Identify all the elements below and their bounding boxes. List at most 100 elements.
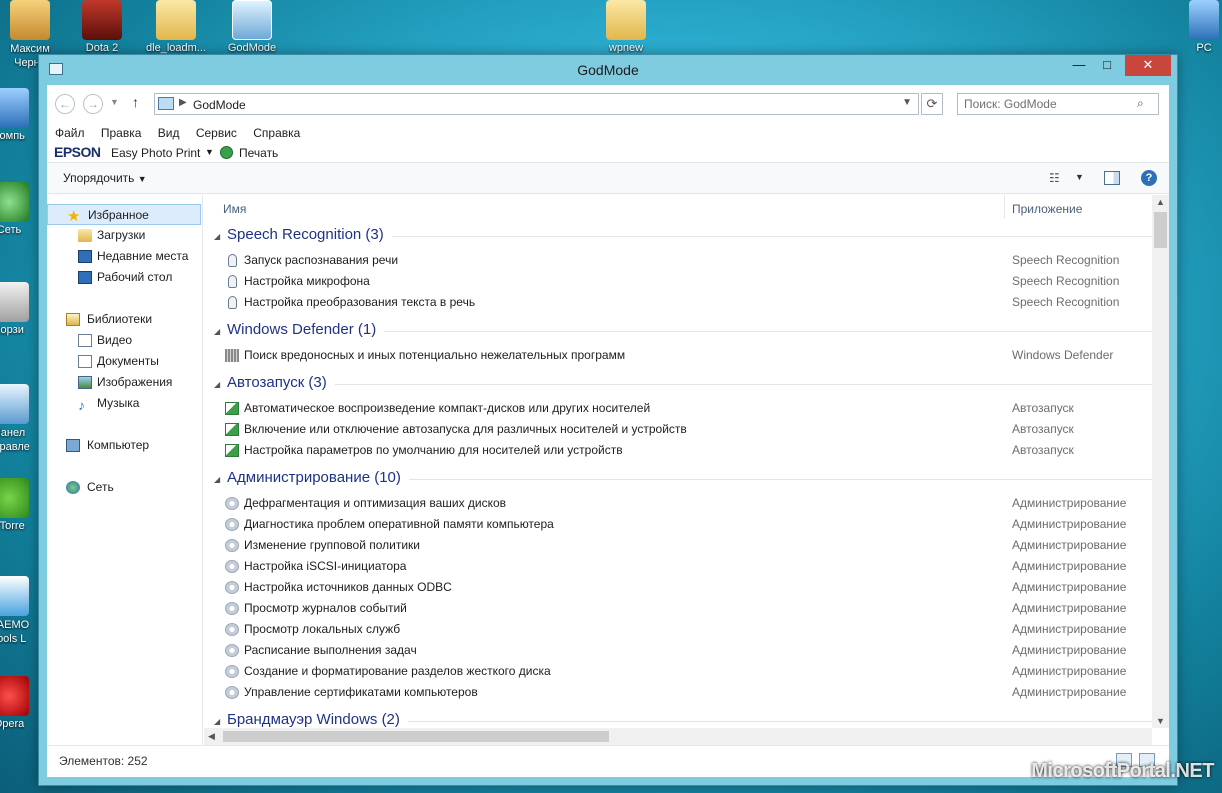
desktop-icon-network[interactable]: Сеть	[0, 182, 38, 236]
collapse-triangle-icon[interactable]: ◢	[214, 327, 220, 336]
nav-recent-places[interactable]: Недавние места	[47, 246, 202, 267]
list-item[interactable]: Поиск вредоносных и иных потенциально не…	[204, 345, 1169, 366]
forward-button[interactable]: →	[83, 94, 103, 114]
list-item[interactable]: Просмотр журналов событий Администрирован…	[204, 598, 1169, 619]
menu-file[interactable]: Файл	[55, 123, 85, 143]
list-item[interactable]: Настройка источников данных ODBC Админист…	[204, 577, 1169, 598]
collapse-triangle-icon[interactable]: ◢	[214, 475, 220, 484]
column-divider[interactable]	[1004, 195, 1005, 219]
item-name: Поиск вредоносных и иных потенциально не…	[244, 348, 626, 362]
search-icon[interactable]: ⌕	[1137, 96, 1144, 111]
nav-desktop[interactable]: Рабочий стол	[47, 267, 202, 288]
view-options-icon[interactable]: ☷	[1049, 171, 1060, 185]
desktop-icon-dota[interactable]: Dota 2	[64, 0, 140, 54]
explorer-body: ★ Избранное Загрузки Недавние места Рабо…	[47, 195, 1169, 745]
list-item[interactable]: Автоматическое воспроизведение компакт-д…	[204, 398, 1169, 419]
preview-pane-icon[interactable]	[1104, 171, 1120, 185]
nav-network[interactable]: Сеть	[47, 477, 202, 498]
item-application: Администрирование	[1012, 538, 1127, 552]
column-header-application[interactable]: Приложение	[1012, 202, 1082, 216]
list-item[interactable]: Просмотр локальных служб Администрировани…	[204, 619, 1169, 640]
maximize-button[interactable]: □	[1093, 55, 1121, 76]
group-header[interactable]: ◢ Windows Defender (1)	[204, 319, 1169, 345]
easy-photo-print-button[interactable]: Easy Photo Print	[111, 146, 200, 160]
list-item[interactable]: Настройка параметров по умолчанию для но…	[204, 440, 1169, 461]
desktop-icon-control-panel[interactable]: Панел управле	[0, 384, 38, 454]
nav-favorites[interactable]: ★ Избранное	[47, 204, 201, 225]
scroll-down-icon[interactable]: ▼	[1156, 716, 1165, 726]
easy-photo-print-dropdown-icon[interactable]: ▼	[205, 147, 214, 157]
help-icon[interactable]: ?	[1141, 170, 1157, 186]
breadcrumb-godmode[interactable]: GodMode	[193, 98, 246, 112]
print-icon[interactable]	[220, 146, 233, 159]
list-item[interactable]: Управление сертификатами компьютеров Адми…	[204, 682, 1169, 703]
list-item[interactable]: Расписание выполнения задач Администриров…	[204, 640, 1169, 661]
nav-music[interactable]: ♪ Музыка	[47, 393, 202, 414]
desktop-icon-utorrent[interactable]: µTorre	[0, 478, 38, 532]
scroll-up-icon[interactable]: ▲	[1156, 197, 1165, 207]
menu-view[interactable]: Вид	[158, 123, 180, 143]
nav-libraries[interactable]: Библиотеки	[47, 309, 202, 330]
desktop-icon-dle[interactable]: dle_loadm...	[138, 0, 214, 54]
list-item[interactable]: Запуск распознавания речи Speech Recognit…	[204, 250, 1169, 271]
list-item[interactable]: Настройка микрофона Speech Recognition	[204, 271, 1169, 292]
list-item[interactable]: Настройка преобразования текста в речь Sp…	[204, 292, 1169, 313]
list-item[interactable]: Создание и форматирование разделов жестк…	[204, 661, 1169, 682]
desktop-icon-godmode[interactable]: GodMode	[214, 0, 290, 54]
view-dropdown-icon[interactable]: ▼	[1075, 172, 1084, 182]
up-button[interactable]: ↑	[132, 94, 139, 110]
menu-help[interactable]: Справка	[253, 123, 300, 143]
desktop-icon-computer[interactable]: Компь	[0, 88, 38, 142]
group-header[interactable]: ◢ Автозапуск (3)	[204, 372, 1169, 398]
menu-tools[interactable]: Сервис	[196, 123, 237, 143]
horizontal-scrollbar[interactable]: ◀	[204, 728, 1152, 745]
collapse-triangle-icon[interactable]: ◢	[214, 717, 220, 726]
collapse-triangle-icon[interactable]: ◢	[214, 380, 220, 389]
item-name: Настройка источников данных ODBC	[244, 580, 452, 594]
collapse-triangle-icon[interactable]: ◢	[214, 232, 220, 241]
organize-button[interactable]: Упорядочить ▼	[63, 171, 147, 185]
nav-videos[interactable]: Видео	[47, 330, 202, 351]
desktop-icon-pc[interactable]: PC	[1186, 0, 1222, 54]
daemon-tools-icon	[0, 576, 29, 616]
breadcrumb-chevron-icon[interactable]: ▶	[179, 97, 187, 108]
horizontal-scroll-thumb[interactable]	[223, 731, 609, 742]
minimize-button[interactable]: —	[1065, 55, 1093, 76]
search-input[interactable]	[957, 93, 1159, 115]
nav-item-label: Музыка	[97, 396, 140, 410]
print-button[interactable]: Печать	[239, 146, 278, 160]
group-header[interactable]: ◢ Speech Recognition (3)	[204, 224, 1169, 250]
vertical-scroll-thumb[interactable]	[1154, 212, 1167, 248]
list-item[interactable]: Включение или отключение автозапуска для…	[204, 419, 1169, 440]
list-item[interactable]: Изменение групповой политики Администриро…	[204, 535, 1169, 556]
nav-item-label: Недавние места	[97, 249, 189, 263]
refresh-button[interactable]: ⟳	[921, 93, 943, 115]
scroll-left-icon[interactable]: ◀	[208, 731, 215, 742]
recent-locations-dropdown[interactable]: ▼	[110, 97, 119, 107]
list-item[interactable]: Диагностика проблем оперативной памяти к…	[204, 514, 1169, 535]
desktop-icon-opera[interactable]: Opera	[0, 676, 38, 730]
nav-documents[interactable]: Документы	[47, 351, 202, 372]
desktop-icon-wpnew[interactable]: wpnew	[588, 0, 664, 54]
item-name: Дефрагментация и оптимизация ваших диско…	[244, 496, 507, 510]
address-dropdown-icon[interactable]: ▼	[902, 97, 912, 108]
nav-item-label: Избранное	[88, 208, 149, 222]
desktop-icon-recycle-bin[interactable]: Корзи	[0, 282, 38, 336]
list-item[interactable]: Настройка iSCSI-инициатора Администрирова…	[204, 556, 1169, 577]
vertical-scrollbar[interactable]: ▲ ▼	[1152, 195, 1169, 728]
desktop-icon-daemon-tools[interactable]: DAEMO Tools L	[0, 576, 38, 646]
nav-computer[interactable]: Компьютер	[47, 435, 202, 456]
menu-edit[interactable]: Правка	[101, 123, 142, 143]
group-title: Брандмауэр Windows (2)	[227, 711, 408, 728]
address-bar[interactable]: ▶ GodMode ▼	[154, 93, 919, 115]
group-header[interactable]: ◢ Администрирование (10)	[204, 467, 1169, 493]
status-bar: Элементов: 252	[47, 745, 1169, 777]
column-header-name[interactable]: Имя	[223, 202, 246, 216]
list-item[interactable]: Дефрагментация и оптимизация ваших диско…	[204, 493, 1169, 514]
nav-pictures[interactable]: Изображения	[47, 372, 202, 393]
back-button[interactable]: ←	[55, 94, 75, 114]
nav-downloads[interactable]: Загрузки	[47, 225, 202, 246]
title-bar[interactable]: GodMode — □ ✕	[39, 55, 1177, 85]
close-button[interactable]: ✕	[1125, 55, 1171, 76]
